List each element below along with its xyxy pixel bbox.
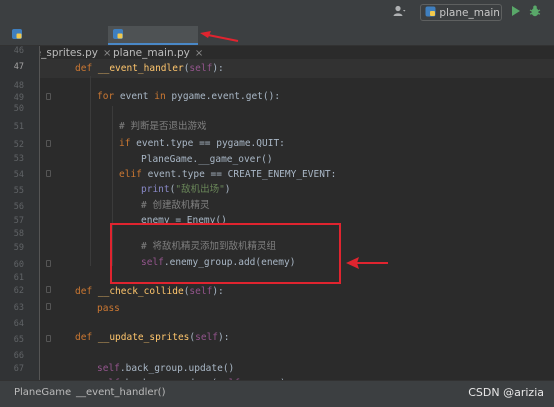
line-number: 66 — [13, 351, 24, 361]
code-token: self — [189, 63, 213, 74]
annotation-highlight-box — [110, 223, 341, 284]
line-number: 48 — [13, 81, 24, 91]
code-token: for — [97, 91, 120, 102]
line-number: 64 — [13, 319, 24, 329]
line-number: 60 — [13, 260, 24, 270]
run-config-select[interactable]: plane_main ▾ — [420, 4, 502, 35]
line-number: 51 — [13, 122, 24, 132]
tab-plane-sprites[interactable]: plane_sprites.py × — [12, 26, 111, 59]
line-number: 59 — [13, 243, 24, 253]
code-token: print — [141, 184, 170, 195]
annotation-arrow-icon — [346, 257, 388, 269]
line-number: 62 — [13, 286, 24, 296]
code-token: in — [154, 91, 172, 102]
breadcrumb-separator: › — [66, 387, 70, 398]
line-number: 55 — [13, 186, 24, 196]
annotation-arrow-icon — [200, 31, 239, 42]
tab-plane-main[interactable]: plane_main.py × — [108, 26, 203, 59]
code-token: self — [195, 332, 219, 343]
line-number: 57 — [13, 216, 24, 226]
indent-guide — [90, 76, 91, 266]
run-icon[interactable] — [510, 4, 522, 22]
code-token: def — [75, 63, 98, 74]
code-token: def — [75, 286, 98, 297]
code-token: self — [189, 286, 213, 297]
code-token: __update_sprites — [97, 332, 190, 343]
code-token: self — [97, 363, 120, 374]
line-number: 50 — [13, 104, 24, 114]
python-file-icon — [113, 29, 123, 39]
code-line: def __event_handler(self): — [75, 63, 224, 74]
breadcrumb-item[interactable]: PlaneGame — [14, 387, 71, 398]
code-token: __event_handler — [97, 63, 184, 74]
line-number: 61 — [13, 273, 24, 283]
code-editor[interactable]: def __event_handler(self): for event in … — [40, 46, 554, 380]
run-config-label: plane_main — [439, 7, 500, 19]
python-file-icon — [12, 29, 22, 39]
debug-icon[interactable] — [528, 4, 542, 22]
line-number: 67 — [13, 364, 24, 374]
code-token: "敌机出场" — [175, 184, 225, 195]
line-number: 65 — [13, 335, 24, 345]
line-number: 56 — [13, 202, 24, 212]
line-number: 52 — [13, 140, 24, 150]
watermark: CSDN @arizia — [468, 386, 544, 399]
breadcrumb-item[interactable]: __event_handler() — [76, 387, 165, 398]
code-token: elif — [119, 169, 148, 180]
user-icon[interactable] — [392, 4, 406, 22]
line-number: 49 — [13, 93, 24, 103]
toolbar: plane_main ▾ — [0, 0, 554, 35]
editor-tabs: plane_sprites.py × plane_main.py × — [0, 26, 554, 59]
line-number: 47 — [13, 62, 24, 72]
line-number: 63 — [13, 303, 24, 313]
code-line: for event in pygame.event.get(): — [97, 91, 281, 102]
code-line: def __update_sprites(self): — [75, 332, 230, 343]
code-token: def — [75, 332, 98, 343]
line-number: 46 — [13, 46, 24, 56]
line-number-gutter: 46 47 48 49 50 51 52 53 54 55 56 57 58 5… — [0, 46, 51, 380]
python-file-icon — [425, 6, 436, 17]
code-token: if — [119, 138, 137, 149]
code-line: pass — [97, 303, 120, 314]
line-number: 54 — [13, 170, 24, 180]
breadcrumb-bar: PlaneGame › __event_handler() CSDN @ariz… — [0, 380, 554, 407]
line-number: 53 — [13, 154, 24, 164]
code-token: __check_collide — [97, 286, 184, 297]
line-number: 58 — [13, 229, 24, 239]
